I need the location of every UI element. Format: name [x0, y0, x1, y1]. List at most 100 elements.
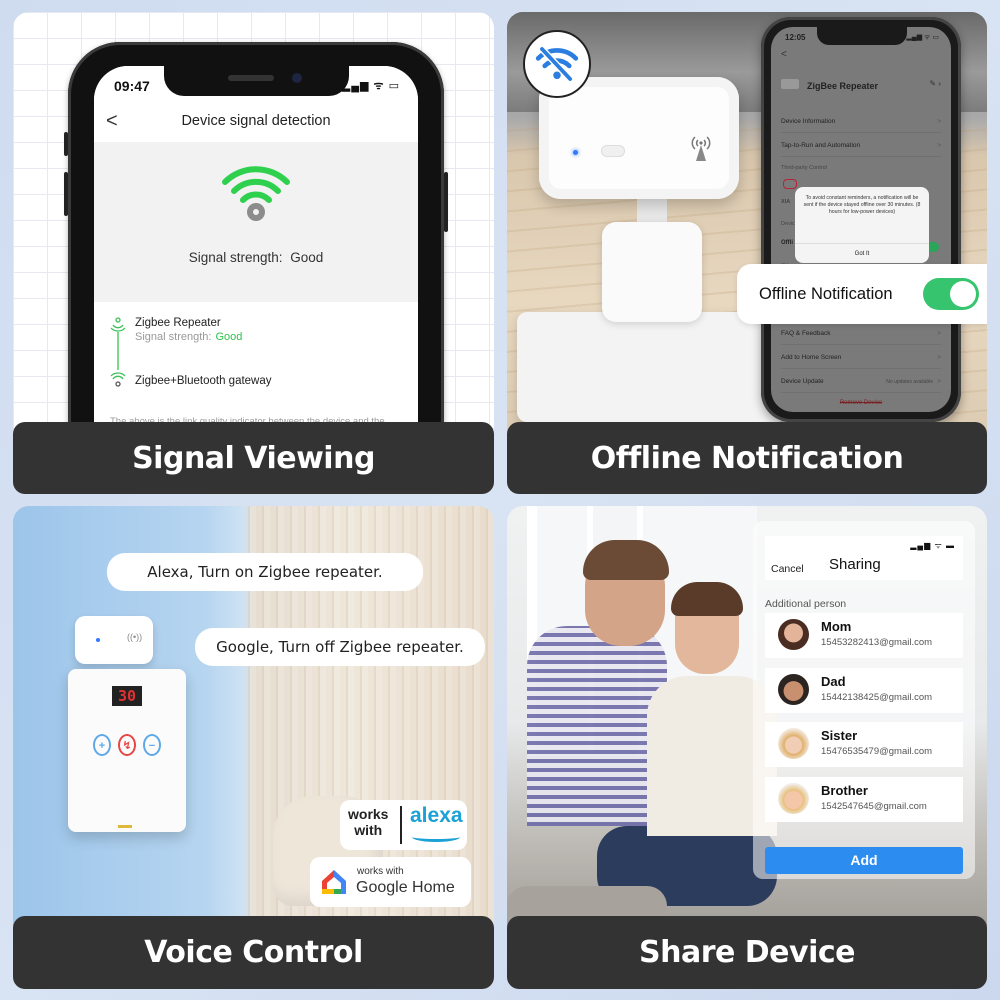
person-email: 15453282413@gmail.com: [821, 637, 933, 648]
status-led: [573, 150, 578, 155]
phone-notch: [817, 27, 907, 45]
person-email: 15476535479@gmail.com: [821, 746, 933, 757]
phone-screen: 09:47 ▂▄▆ ᯤ ▭ < Device signal detection: [94, 66, 418, 462]
shared-person-item[interactable]: Brother 1542547645@gmail.com: [765, 777, 963, 822]
row-tap-to-run[interactable]: Tap-to-Run and Automation >: [781, 135, 941, 157]
sharing-card: ▂▄▆ ᯤ ▬ Cancel Sharing Additional person…: [753, 521, 975, 879]
row-device-update[interactable]: Device Update No updates available >: [781, 371, 941, 393]
caption-signal-viewing: Signal Viewing: [13, 422, 494, 494]
status-icons: ▂▄▆ ᯤ ▭: [906, 34, 939, 41]
alexa-voice-bubble: Alexa, Turn on Zigbee repeater.: [107, 553, 423, 591]
dialog-got-it-button[interactable]: Got It: [795, 243, 929, 263]
phone-mockup: 09:47 ▂▄▆ ᯤ ▭ < Device signal detection: [64, 42, 448, 462]
add-person-button[interactable]: Add: [765, 847, 963, 874]
additional-person-label: Additional person: [765, 598, 847, 610]
section-third-party: Third-party Control: [781, 165, 827, 171]
avatar: [778, 783, 809, 814]
caption-offline-notification: Offline Notification: [507, 422, 987, 494]
node-strength: Signal strength: Good: [135, 331, 242, 343]
chevron-right-icon: >: [937, 330, 941, 337]
row-add-to-home[interactable]: Add to Home Screen >: [781, 347, 941, 369]
row-device-information[interactable]: Device Information >: [781, 111, 941, 133]
google-home-logo: Google Home: [356, 879, 455, 896]
thermostat-minus-button: −: [143, 734, 161, 756]
thermostat-display: 30: [112, 686, 142, 706]
offline-info-dialog: To avoid constant reminders, a notificat…: [795, 187, 929, 263]
avatar: [778, 619, 809, 650]
shared-person-item[interactable]: Mom 15453282413@gmail.com: [765, 613, 963, 658]
power-plug: [602, 222, 702, 322]
shared-person-item[interactable]: Sister 15476535479@gmail.com: [765, 722, 963, 767]
works-with-google-home-badge: works with Google Home: [310, 857, 471, 907]
device-stand: [517, 312, 787, 422]
thermostat-mode-button: ↯: [118, 734, 136, 756]
person-email: 1542547645@gmail.com: [821, 801, 927, 812]
row-label: Add to Home Screen: [781, 354, 842, 361]
phone-side-button: [444, 172, 448, 232]
sharing-title: Sharing: [829, 556, 881, 573]
person-name: Dad: [821, 674, 846, 689]
offline-notification-label: Offline Notification: [759, 285, 893, 303]
chevron-right-icon: >: [937, 142, 941, 149]
node-name: Zigbee+Bluetooth gateway: [135, 375, 272, 387]
repeater-node-icon: [110, 317, 126, 332]
avatar: [778, 728, 809, 759]
row-value: No updates available: [886, 379, 933, 385]
row-label: FAQ & Feedback: [781, 330, 831, 337]
person-name: Sister: [821, 728, 858, 743]
back-chevron-icon[interactable]: <: [781, 49, 787, 60]
offline-notification-card: Offline Notification: [737, 264, 987, 324]
row-label: Device Information: [781, 118, 836, 125]
phone-notch: [164, 66, 349, 96]
wifi-off-icon: [535, 46, 579, 82]
speaker-grille: [228, 75, 274, 81]
sharing-header: ▂▄▆ ᯤ ▬ Cancel Sharing: [765, 536, 963, 580]
cancel-button[interactable]: Cancel: [771, 563, 804, 575]
offline-notification-toggle[interactable]: [923, 278, 979, 310]
front-camera: [292, 73, 302, 83]
row-faq-feedback[interactable]: FAQ & Feedback >: [781, 323, 941, 345]
edit-pencil-icon[interactable]: ✎ ›: [929, 79, 941, 88]
status-led: [96, 638, 100, 642]
phone-screen: 12:05 ▂▄▆ ᯤ ▭ < ZigBee Repeater ✎ › Devi…: [771, 27, 951, 412]
row-label: Device Update: [781, 378, 824, 385]
node-strength-value: Good: [215, 331, 243, 343]
chevron-right-icon: >: [937, 378, 941, 385]
works-with-alexa-badge: works with alexa: [340, 800, 467, 850]
node-name: Zigbee Repeater: [135, 317, 221, 329]
google-voice-bubble: Google, Turn off Zigbee repeater.: [195, 628, 485, 666]
remove-device-button[interactable]: Remove Device: [771, 400, 951, 406]
alexa-logo: alexa: [410, 804, 463, 827]
thermostat-indicator: [118, 825, 132, 828]
phone-side-button: [64, 172, 68, 216]
dialog-message: To avoid constant reminders, a notificat…: [803, 195, 921, 215]
shared-person-item[interactable]: Dad 15442138425@gmail.com: [765, 668, 963, 713]
zigbee-repeater-device: ((•)): [75, 616, 153, 664]
no-wifi-badge: [523, 30, 591, 98]
antenna-icon: [691, 136, 711, 161]
signal-strength-readout: Signal strength: Good: [94, 250, 418, 265]
toggle-knob: [950, 281, 976, 307]
thermostat-device: 30 + ↯ −: [68, 669, 186, 832]
row-label: Tap-to-Run and Automation: [781, 142, 861, 149]
xiaomi-logo-icon: [783, 179, 797, 189]
photo-man-shirt: [527, 626, 667, 826]
works-with-label: works with: [357, 866, 404, 877]
person-email: 15442138425@gmail.com: [821, 692, 933, 703]
signal-strength-value: Good: [290, 250, 324, 265]
avatar: [778, 674, 809, 705]
caption-share-device: Share Device: [507, 916, 987, 989]
device-button: [601, 145, 625, 157]
status-time: 12:05: [785, 33, 806, 42]
link-connector: [117, 332, 119, 370]
partial-label-xiaomi: XIA: [781, 199, 791, 205]
google-home-icon: [322, 870, 346, 894]
status-time: 09:47: [114, 78, 150, 94]
chevron-right-icon: >: [937, 118, 941, 125]
status-icons: ▂▄▆ ᯤ ▭: [341, 80, 400, 92]
device-name: ZigBee Repeater: [807, 81, 879, 91]
wifi-signal-icon: [222, 166, 290, 221]
thermostat-plus-button: +: [93, 734, 111, 756]
badge-divider: [400, 806, 402, 844]
photo-woman-hair: [671, 582, 743, 616]
